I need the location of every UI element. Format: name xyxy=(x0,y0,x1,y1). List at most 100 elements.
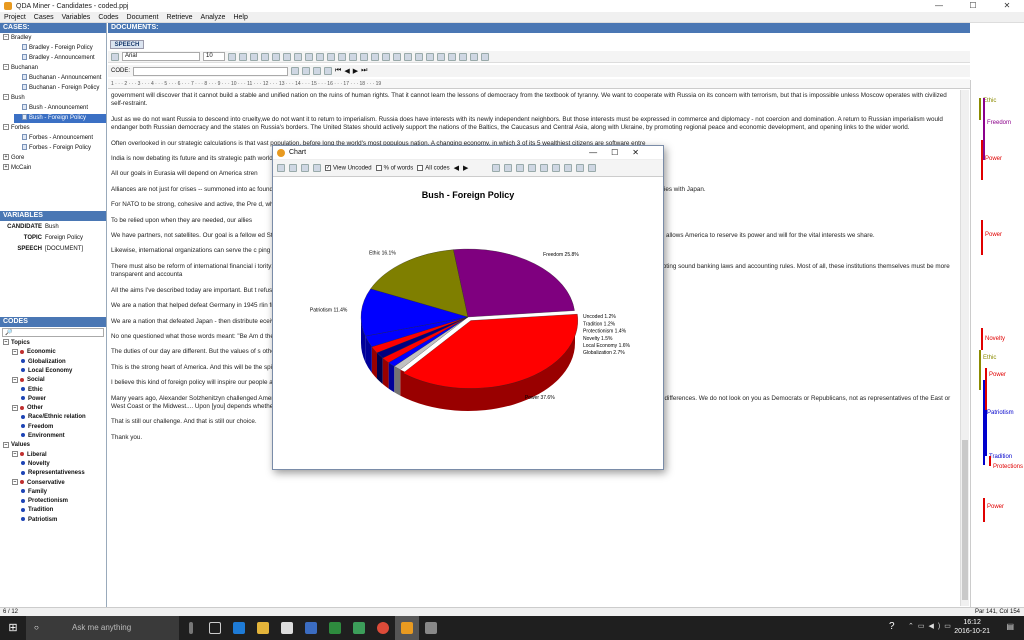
notifications-icon[interactable]: ▤ xyxy=(1006,622,1014,631)
code-select[interactable] xyxy=(133,66,289,76)
font-select[interactable]: Arial xyxy=(122,52,200,61)
taskbar-search[interactable]: ○ Ask me anything xyxy=(26,616,179,640)
last-doc-button[interactable]: ⏭ xyxy=(361,67,367,75)
expand-icon[interactable]: − xyxy=(3,441,9,448)
bar-chart-icon[interactable] xyxy=(277,164,285,172)
margin-code-label[interactable]: Ethic xyxy=(983,98,996,104)
margin-code-bracket[interactable] xyxy=(981,220,983,255)
margin-code-label[interactable]: Freedom xyxy=(987,120,1011,126)
folder-icon[interactable] xyxy=(540,164,549,172)
chart-window-controls[interactable]: —☐✕ xyxy=(589,148,653,157)
open-icon[interactable] xyxy=(360,52,368,61)
code-globalization[interactable]: Globalization xyxy=(21,358,66,367)
expand-icon[interactable]: − xyxy=(12,376,18,383)
help-icon[interactable]: ? xyxy=(889,621,895,632)
prev-chart-button[interactable]: ◀ xyxy=(454,164,459,172)
margin-code-bracket[interactable] xyxy=(983,498,985,522)
paragraph[interactable]: Just as we do not want Russia to descend… xyxy=(111,116,956,133)
3d-icon[interactable] xyxy=(492,164,501,172)
undo-icon[interactable] xyxy=(404,52,412,61)
tab-speech[interactable]: SPEECH xyxy=(110,40,144,49)
variable-value[interactable]: Foreign Policy xyxy=(45,233,83,244)
print-icon[interactable] xyxy=(382,52,390,61)
menu-analyze[interactable]: Analyze xyxy=(197,14,230,21)
code-race-ethnic-relation[interactable]: Race/Ethnic relation xyxy=(21,413,86,422)
variable-row[interactable]: TOPIC Foreign Policy xyxy=(0,233,106,244)
minimize-button[interactable]: — xyxy=(922,0,956,12)
margin-code-label[interactable]: Patriotism xyxy=(987,410,1014,416)
margin-code-bracket[interactable] xyxy=(985,368,987,410)
view-uncoded-toggle[interactable]: ✓ View Uncoded xyxy=(325,164,372,171)
clock[interactable]: 16:12 2016-10-21 xyxy=(954,618,990,636)
codes-search-input[interactable]: 🔎 xyxy=(2,328,104,337)
code-patriotism[interactable]: Patriotism xyxy=(21,516,57,525)
code-environment[interactable]: Environment xyxy=(21,432,65,441)
case-mccain[interactable]: + McCain xyxy=(3,164,31,173)
margin-code-bracket[interactable] xyxy=(989,456,991,466)
edit-icon[interactable] xyxy=(528,164,537,172)
memo-icon[interactable] xyxy=(313,67,322,75)
app-blue-icon[interactable] xyxy=(299,616,323,640)
variable-row[interactable]: CANDIDATE Bush xyxy=(0,222,106,233)
code-values[interactable]: − Values xyxy=(3,441,30,450)
pie-chart-icon[interactable] xyxy=(301,164,309,172)
outdent-icon[interactable] xyxy=(349,52,357,61)
italic-icon[interactable] xyxy=(239,52,247,61)
paragraph[interactable]: government will discover that it cannot … xyxy=(111,92,956,109)
next-chart-button[interactable]: ▶ xyxy=(463,164,468,172)
align-right-icon[interactable] xyxy=(305,52,313,61)
image-icon[interactable] xyxy=(470,52,478,61)
code-tradition[interactable]: Tradition xyxy=(21,506,53,515)
underline-icon[interactable] xyxy=(250,52,258,61)
first-doc-button[interactable]: ⏮ xyxy=(335,67,341,75)
margin-code-bracket[interactable] xyxy=(979,98,981,120)
code-topics[interactable]: − Topics xyxy=(3,339,30,348)
task-view-icon[interactable] xyxy=(203,616,227,640)
case-document[interactable]: Bush - Foreign Policy xyxy=(14,114,106,123)
scrollbar-thumb[interactable] xyxy=(962,440,968,600)
app-green-icon[interactable] xyxy=(323,616,347,640)
close-button[interactable]: ✕ xyxy=(990,0,1024,12)
all-codes-toggle[interactable]: All codes xyxy=(417,164,450,171)
case-document[interactable]: Buchanan - Announcement xyxy=(22,74,101,83)
margin-code-bracket[interactable] xyxy=(981,140,983,180)
case-document[interactable]: Bradley - Foreign Policy xyxy=(22,44,93,53)
edge-icon[interactable] xyxy=(227,616,251,640)
expand-icon[interactable]: − xyxy=(12,348,18,355)
case-forbes[interactable]: − Forbes xyxy=(3,124,30,133)
font-icon[interactable] xyxy=(111,52,119,61)
expand-icon[interactable]: − xyxy=(3,64,9,71)
model-icon[interactable] xyxy=(313,164,321,172)
bold-icon[interactable] xyxy=(228,52,236,61)
copy-icon[interactable] xyxy=(426,52,434,61)
mic-icon[interactable] xyxy=(179,616,203,640)
case-document[interactable]: Buchanan - Foreign Policy xyxy=(22,84,99,93)
code-ethic[interactable]: Ethic xyxy=(21,386,43,395)
color-icon[interactable] xyxy=(272,52,280,61)
menu-help[interactable]: Help xyxy=(229,14,251,21)
margin-code-bracket[interactable] xyxy=(983,98,985,160)
code-conservative[interactable]: − Conservative xyxy=(12,478,65,488)
case-buchanan[interactable]: − Buchanan xyxy=(3,64,38,73)
menu-project[interactable]: Project xyxy=(0,14,30,21)
margin-code-bracket[interactable] xyxy=(981,328,983,350)
replace-icon[interactable] xyxy=(459,52,467,61)
code-local-economy[interactable]: Local Economy xyxy=(21,367,72,376)
menu-retrieve[interactable]: Retrieve xyxy=(162,14,196,21)
remove-code-icon[interactable] xyxy=(302,67,311,75)
case-gore[interactable]: + Gore xyxy=(3,154,24,163)
expand-icon[interactable]: − xyxy=(12,478,18,485)
save-icon[interactable] xyxy=(371,52,379,61)
case-bush[interactable]: − Bush xyxy=(3,94,25,103)
variable-value[interactable]: [DOCUMENT] xyxy=(45,244,83,255)
code-liberal[interactable]: − Liberal xyxy=(12,451,47,460)
expand-icon[interactable]: − xyxy=(3,94,9,101)
export-icon[interactable] xyxy=(564,164,573,172)
paste-icon[interactable] xyxy=(437,52,445,61)
align-center-icon[interactable] xyxy=(294,52,302,61)
store-icon[interactable] xyxy=(275,616,299,640)
start-button[interactable]: ⊞ xyxy=(0,616,26,640)
margin-code-label[interactable]: Power xyxy=(989,372,1006,378)
variable-value[interactable]: Bush xyxy=(45,222,59,233)
menu-document[interactable]: Document xyxy=(123,14,163,21)
